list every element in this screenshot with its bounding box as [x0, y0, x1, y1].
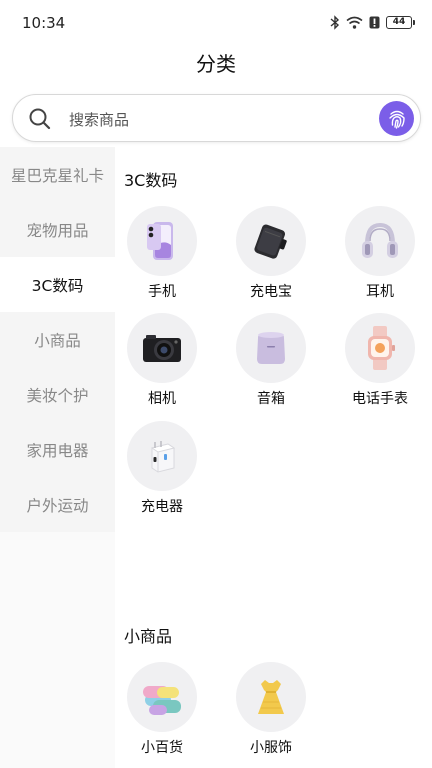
speaker-icon: [257, 332, 285, 364]
category-label: 小百货: [141, 740, 183, 756]
smartwatch-icon: [368, 326, 395, 370]
headphones-icon: [362, 222, 398, 258]
category-item-speaker[interactable]: 音箱: [221, 313, 321, 408]
category-item-general-goods[interactable]: 小百货: [112, 662, 212, 757]
section-title-3c-digital: 3C数码: [124, 171, 178, 190]
sidebar-item-starbucks-card[interactable]: 星巴克星礼卡: [0, 147, 115, 202]
wifi-icon: [346, 16, 363, 29]
category-label: 音箱: [257, 391, 285, 407]
category-content: 3C数码 手机 充电宝 耳机 相机 音箱 电话手表 充电器 小商品 小百货 小服…: [115, 147, 432, 768]
category-item-camera[interactable]: 相机: [112, 313, 212, 408]
category-label: 电话手表: [352, 391, 408, 407]
sidebar-fill: [0, 532, 115, 768]
sidebar-item-home-appliances[interactable]: 家用电器: [0, 422, 115, 477]
phone-icon: [147, 222, 173, 260]
fingerprint-icon: [388, 110, 405, 129]
category-item-small-apparel[interactable]: 小服饰: [221, 662, 321, 757]
battery-icon: 44: [386, 16, 415, 29]
section-title-small-goods: 小商品: [124, 627, 173, 646]
status-time: 10:34: [22, 14, 66, 32]
category-label: 充电器: [141, 499, 183, 515]
category-sidebar: 星巴克星礼卡 宠物用品 3C数码 小商品 美妆个护 家用电器 户外运动: [0, 147, 115, 768]
category-item-phone[interactable]: 手机: [112, 206, 212, 301]
sidebar-item-pet-supplies[interactable]: 宠物用品: [0, 202, 115, 257]
category-label: 相机: [148, 391, 176, 407]
search-placeholder: 搜索商品: [69, 111, 130, 129]
charger-icon: [150, 441, 176, 473]
category-label: 耳机: [366, 284, 394, 300]
category-item-charger[interactable]: 充电器: [112, 421, 212, 516]
category-item-headphones[interactable]: 耳机: [330, 206, 430, 301]
page-title: 分类: [196, 52, 236, 76]
search-input[interactable]: 搜索商品: [12, 94, 421, 142]
power-bank-icon: [254, 224, 287, 259]
towels-icon: [143, 686, 181, 715]
category-label: 充电宝: [250, 284, 292, 300]
status-bar: 10:34 44: [0, 0, 432, 44]
category-label: 手机: [148, 284, 176, 300]
bluetooth-icon: [330, 15, 340, 30]
category-label: 小服饰: [250, 740, 292, 756]
search-icon: [29, 108, 51, 130]
status-icons: 44: [330, 15, 415, 30]
alert-icon: [369, 16, 380, 29]
sidebar-item-beauty-care[interactable]: 美妆个护: [0, 367, 115, 422]
dress-icon: [258, 680, 284, 714]
category-item-smartwatch[interactable]: 电话手表: [330, 313, 430, 408]
camera-icon: [143, 335, 181, 362]
sidebar-item-outdoor-sports[interactable]: 户外运动: [0, 477, 115, 532]
sidebar-item-small-goods[interactable]: 小商品: [0, 312, 115, 367]
category-item-power-bank[interactable]: 充电宝: [221, 206, 321, 301]
sidebar-item-3c-digital[interactable]: 3C数码: [0, 257, 115, 312]
fingerprint-button[interactable]: [379, 101, 414, 136]
